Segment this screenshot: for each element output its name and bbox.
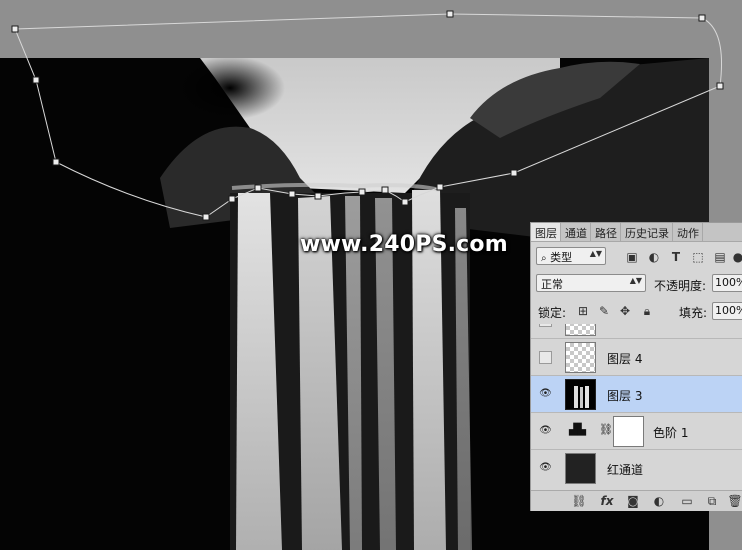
watermark: www.240PS.com — [300, 232, 508, 257]
tab-layers[interactable]: 图层 — [531, 223, 561, 241]
blend-mode-label: 正常 — [541, 278, 563, 291]
levels-adjustment-icon: ▟▙ — [569, 423, 586, 436]
chevron-down-icon: ▲▼ — [629, 276, 642, 285]
layer-name: 图层 3 — [607, 389, 643, 403]
fx-icon[interactable]: fx — [599, 493, 615, 509]
layer-list: 图层 4 👁︎ 图层 3 👁︎ ▟▙ ⛓︎ 色阶 1 👁︎ 红通道 — [531, 324, 742, 490]
layer-thumbnail — [565, 453, 596, 484]
visibility-toggle[interactable] — [539, 324, 552, 327]
shape-filter-icon[interactable]: ⬚ — [690, 249, 706, 265]
smart-object-filter-icon[interactable]: ▤ — [712, 249, 728, 265]
filter-kind-label: 类型 — [550, 251, 573, 264]
layers-bottom-bar: ⛓︎ fx ◙ ◐ ▭ ⧉ 🗑︎ — [531, 490, 742, 511]
layer-row[interactable]: 👁︎ 图层 3 — [531, 375, 742, 412]
fill-input[interactable]: 100% — [712, 302, 742, 320]
lock-all-icon[interactable]: 🔒︎ — [639, 303, 655, 319]
tab-actions[interactable]: 动作 — [673, 223, 703, 241]
blend-mode-select[interactable]: 正常 ▲▼ — [536, 274, 646, 292]
filter-row: ⌕ 类型 ▲▼ ▣ ◐ T ⬚ ▤ ● — [531, 245, 742, 267]
tab-paths[interactable]: 路径 — [591, 223, 621, 241]
new-layer-icon[interactable]: ⧉ — [704, 493, 720, 509]
image-filter-icon[interactable]: ▣ — [624, 249, 640, 265]
eye-icon[interactable]: 👁︎ — [539, 461, 552, 474]
link-icon[interactable]: ⛓︎ — [599, 423, 613, 436]
layer-thumbnail — [565, 379, 596, 410]
opacity-input[interactable]: 100% — [712, 274, 742, 292]
fill-label: 填充: — [679, 306, 708, 320]
link-layers-icon[interactable]: ⛓︎ — [571, 493, 587, 509]
search-icon: ⌕ — [541, 253, 547, 264]
lock-label: 锁定: — [538, 306, 567, 320]
lock-transparent-pixels-icon[interactable]: ⊞ — [575, 303, 591, 319]
tab-history[interactable]: 历史记录 — [621, 223, 673, 241]
layer-row[interactable]: 👁︎ ▟▙ ⛓︎ 色阶 1 — [531, 412, 742, 449]
lock-image-pixels-icon[interactable]: ✎ — [596, 303, 612, 319]
eye-icon[interactable]: 👁︎ — [539, 387, 552, 400]
layers-panel: 图层 通道 路径 历史记录 动作 ⌕ 类型 ▲▼ ▣ ◐ T ⬚ ▤ ● 正常 … — [530, 222, 742, 511]
layer-name: 图层 4 — [607, 352, 643, 366]
add-mask-icon[interactable]: ◙ — [625, 493, 641, 509]
tab-channels[interactable]: 通道 — [561, 223, 591, 241]
layer-name: 红通道 — [607, 463, 644, 477]
lock-row: 锁定: ⊞ ✎ ✥ 🔒︎ 填充: 100% — [531, 300, 742, 322]
opacity-label: 不透明度: — [654, 279, 707, 293]
panel-tabs: 图层 通道 路径 历史记录 动作 — [531, 223, 742, 242]
folder-icon[interactable]: ▭ — [679, 493, 695, 509]
filter-kind-select[interactable]: ⌕ 类型 ▲▼ — [536, 247, 606, 265]
layer-thumbnail — [565, 342, 596, 373]
filter-toggle-icon[interactable]: ● — [730, 249, 742, 265]
mask-thumbnail[interactable] — [613, 416, 644, 447]
layer-row[interactable]: 👁︎ 红通道 — [531, 449, 742, 486]
eye-icon[interactable]: 👁︎ — [539, 424, 552, 437]
layer-row[interactable]: 图层 4 — [531, 338, 742, 375]
blend-row: 正常 ▲▼ 不透明度: 100% — [531, 272, 742, 294]
layer-row[interactable] — [531, 324, 742, 338]
waterfall-thumbnail — [574, 386, 589, 408]
layer-thumbnail — [565, 324, 596, 336]
trash-icon[interactable]: 🗑︎ — [727, 493, 742, 509]
visibility-toggle[interactable] — [539, 351, 552, 364]
layer-name: 色阶 1 — [653, 426, 689, 440]
type-filter-icon[interactable]: T — [668, 249, 684, 265]
adjustment-layer-icon[interactable]: ◐ — [651, 493, 667, 509]
lock-position-icon[interactable]: ✥ — [617, 303, 633, 319]
chevron-down-icon: ▲▼ — [589, 249, 602, 258]
adjustment-filter-icon[interactable]: ◐ — [646, 249, 662, 265]
